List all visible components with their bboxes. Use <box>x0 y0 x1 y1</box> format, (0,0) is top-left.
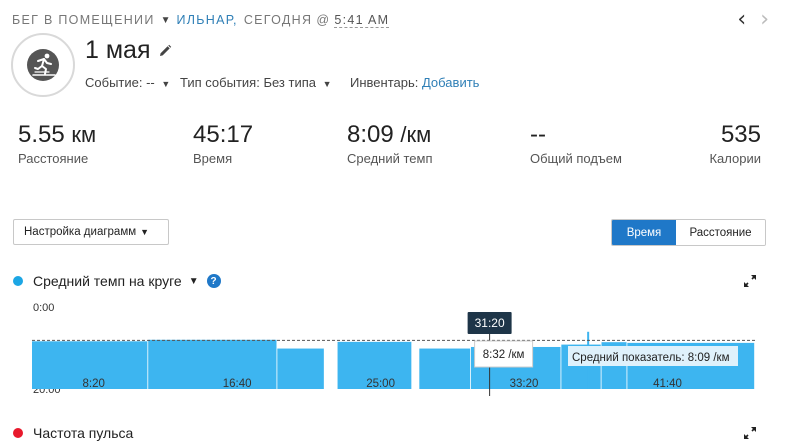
event-label: Событие: <box>85 75 143 90</box>
expand-icon[interactable] <box>743 426 757 440</box>
activity-type-badge <box>11 33 75 97</box>
event-field[interactable]: Событие: -- ▼ <box>85 75 170 90</box>
stat-label: Средний темп <box>347 151 433 166</box>
stat-avg-pace: 8:09 /км Средний темп <box>347 120 432 166</box>
stat-total-ascent: -- Общий подъем <box>530 120 622 166</box>
stat-time: 45:17 Время <box>193 120 253 166</box>
stat-label: Общий подъем <box>530 151 622 166</box>
user-name: Ильнар, <box>176 13 238 27</box>
chevron-right-icon[interactable]: › <box>760 9 769 31</box>
activity-nav: ‹ › <box>737 9 769 31</box>
activity-stats: 5.55 км Расстояние 45:17 Время 8:09 /км … <box>0 120 793 170</box>
chevron-down-icon[interactable]: ▼ <box>323 79 332 89</box>
x-axis-time-button[interactable]: Время <box>612 220 676 245</box>
stat-distance: 5.55 км Расстояние <box>18 120 96 166</box>
help-icon[interactable]: ? <box>206 274 221 288</box>
activity-time[interactable]: 5:41 AM <box>334 13 390 28</box>
chart-settings-dropdown[interactable]: Настройка диаграмм ▼ <box>13 219 169 245</box>
pace-legend-dot <box>13 276 23 286</box>
x-tick-label: 16:40 <box>223 378 252 390</box>
cursor-value-label: 8:32 /км <box>483 349 525 361</box>
stat-unit: /км <box>400 122 432 147</box>
gear-label: Инвентарь: <box>350 75 419 90</box>
stat-calories: 535 Калории <box>709 120 761 166</box>
lap-bar <box>148 339 277 389</box>
expand-icon[interactable] <box>743 274 757 288</box>
stat-value: 8:09 <box>347 121 394 148</box>
chevron-left-icon[interactable]: ‹ <box>737 9 746 31</box>
event-type-value: Без типа <box>263 75 316 90</box>
stat-value: 535 <box>720 121 761 148</box>
event-value: -- <box>146 75 155 90</box>
pace-section-title: Средний темп на круге ▼ ? <box>13 273 221 289</box>
x-tick-label: 41:40 <box>653 378 682 390</box>
chevron-down-icon[interactable]: ▼ <box>161 79 170 89</box>
activity-title-text[interactable]: 1 мая <box>85 36 150 65</box>
x-tick-label: 25:00 <box>366 378 395 390</box>
activity-type-label[interactable]: Бег в помещении <box>12 13 155 27</box>
add-gear-link[interactable]: Добавить <box>422 75 479 90</box>
gear-field: Инвентарь: Добавить <box>350 75 479 90</box>
pace-section-label[interactable]: Средний темп на круге <box>33 273 182 289</box>
stat-unit: км <box>71 122 97 147</box>
stat-value: 45:17 <box>193 121 254 148</box>
event-type-label: Тип события: <box>180 75 260 90</box>
x-tick-label: 33:20 <box>510 378 539 390</box>
y-tick-label: 0:00 <box>33 302 54 314</box>
stat-value: 5.55 <box>18 121 65 148</box>
stat-value: -- <box>530 121 546 148</box>
chevron-down-icon[interactable]: ▼ <box>161 15 171 26</box>
average-label: Средний показатель: 8:09 /км <box>572 352 730 364</box>
caret-down-icon: ▼ <box>140 227 150 237</box>
at-symbol: @ <box>316 13 331 27</box>
cursor-time-label: 31:20 <box>475 316 505 330</box>
x-axis-toggle: Время Расстояние <box>611 219 766 246</box>
event-type-field[interactable]: Тип события: Без типа ▼ <box>180 75 332 90</box>
pace-chart[interactable]: 0:0010:0020:008:2016:4025:0033:2041:40Ср… <box>0 296 793 396</box>
heart-rate-section-title: Частота пульса <box>13 425 133 441</box>
activity-day: сегодня <box>243 13 313 27</box>
heart-rate-legend-dot <box>13 428 23 438</box>
lap-bar <box>277 348 324 389</box>
stat-label: Калории <box>709 151 761 166</box>
treadmill-runner-icon <box>27 49 59 81</box>
pencil-icon[interactable] <box>158 44 172 58</box>
chart-settings-label: Настройка диаграмм <box>24 226 137 238</box>
activity-title: 1 мая <box>85 36 172 65</box>
lap-bar <box>419 348 471 389</box>
stat-label: Расстояние <box>18 151 89 166</box>
x-tick-label: 8:20 <box>82 378 104 390</box>
heart-rate-section-label[interactable]: Частота пульса <box>33 425 133 441</box>
x-axis-distance-button[interactable]: Расстояние <box>676 220 765 245</box>
stat-label: Время <box>193 151 233 166</box>
activity-header: Бег в помещении ▼ Ильнар, сегодня @ 5:41… <box>12 11 390 29</box>
caret-down-icon[interactable]: ▼ <box>189 276 199 287</box>
